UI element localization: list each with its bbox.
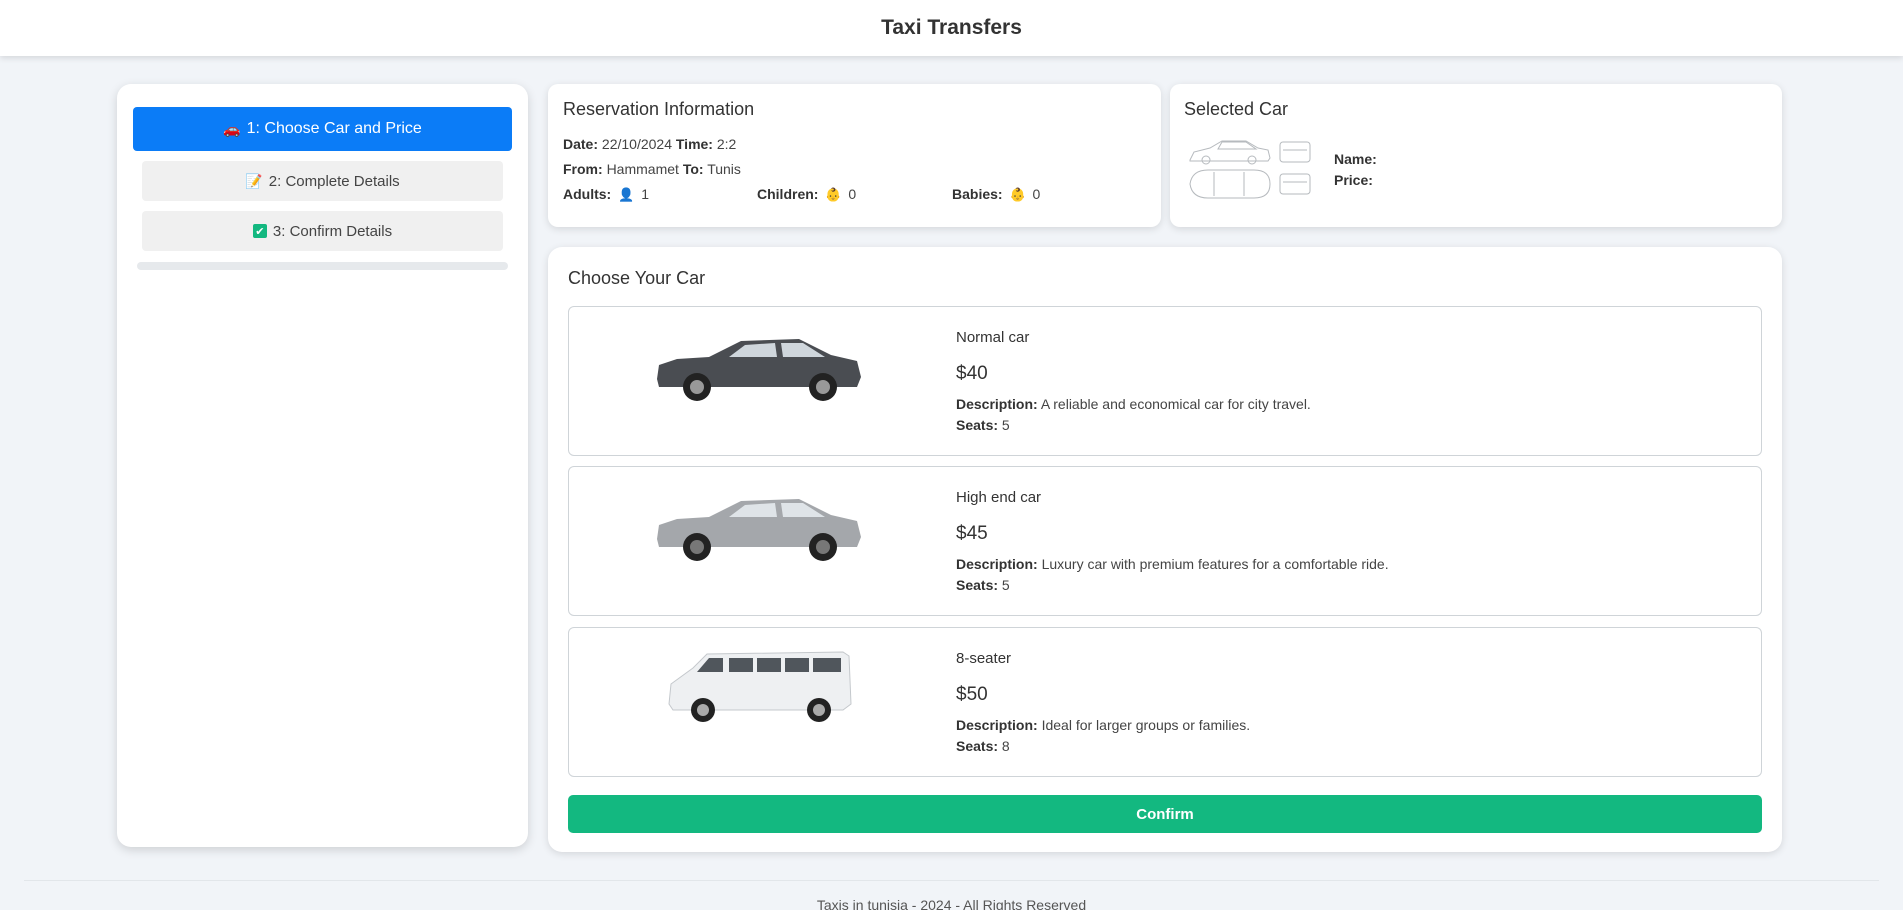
- route-line: From: Hammamet To: Tunis: [563, 161, 741, 177]
- reservation-info-card: Reservation Information Date: 22/10/2024…: [548, 84, 1161, 227]
- car-image: [657, 499, 861, 561]
- car-description: Description: Luxury car with premium fea…: [956, 556, 1389, 572]
- car-name: Normal car: [956, 329, 1030, 346]
- car-option-8-seater[interactable]: 8-seater $50 Description: Ideal for larg…: [568, 627, 1762, 777]
- description-label: Description:: [956, 396, 1038, 412]
- to-value: Tunis: [707, 161, 741, 177]
- description-text: A reliable and economical car for city t…: [1040, 396, 1311, 412]
- seats-value: 8: [1001, 738, 1010, 754]
- selected-name-line: Name:: [1334, 151, 1377, 167]
- step-label: 3: Confirm Details: [272, 222, 393, 240]
- car-price: $50: [956, 684, 988, 705]
- date-value: 22/10/2024: [601, 136, 672, 152]
- seats-value: 5: [1001, 417, 1010, 433]
- step-choose-car[interactable]: 🚗 1: Choose Car and Price: [133, 107, 512, 151]
- adults-label: Adults:: [563, 186, 612, 202]
- description-label: Description:: [956, 717, 1038, 733]
- seats-label: Seats:: [956, 577, 999, 593]
- seats-label: Seats:: [956, 738, 999, 754]
- choose-car-card: Choose Your Car Normal car $40 Descripti…: [548, 247, 1782, 852]
- van-image: [668, 651, 852, 722]
- description-label: Description:: [956, 556, 1038, 572]
- car-name: 8-seater: [956, 650, 1012, 667]
- car-outline-placeholder-icon: [1189, 140, 1311, 199]
- progress-bar: [137, 262, 508, 270]
- car-image: [657, 339, 861, 401]
- car-option-normal[interactable]: Normal car $40 Description: A reliable a…: [568, 306, 1762, 456]
- price-label: Price:: [1334, 172, 1373, 188]
- adults-count: Adults: 👤 1: [563, 186, 649, 203]
- babies-label: Babies:: [952, 186, 1003, 202]
- seats-label: Seats:: [956, 417, 999, 433]
- time-value: 2:2: [716, 136, 737, 152]
- page-title: Taxi Transfers: [881, 16, 1022, 39]
- selected-car-title: Selected Car: [1184, 99, 1289, 119]
- car-seats: Seats: 8: [956, 738, 1010, 754]
- car-option-high-end[interactable]: High end car $45 Description: Luxury car…: [568, 466, 1762, 616]
- baby-icon: 👶: [1009, 187, 1026, 202]
- selected-price-line: Price:: [1334, 172, 1373, 188]
- from-value: Hammamet: [606, 161, 679, 177]
- step-label: 2: Complete Details: [268, 172, 400, 190]
- confirm-button[interactable]: Confirm: [568, 795, 1762, 833]
- name-label: Name:: [1334, 151, 1377, 167]
- adults-value: 1: [641, 186, 649, 202]
- date-label: Date:: [563, 136, 599, 152]
- car-description: Description: Ideal for larger groups or …: [956, 717, 1250, 733]
- description-text: Luxury car with premium features for a c…: [1041, 556, 1389, 572]
- car-name: High end car: [956, 489, 1042, 506]
- description-text: Ideal for larger groups or families.: [1041, 717, 1251, 733]
- time-label: Time:: [675, 136, 713, 152]
- child-icon: 👶: [825, 187, 842, 202]
- seats-value: 5: [1001, 577, 1010, 593]
- steps-sidebar: 🚗 1: Choose Car and Price 📝 2: Complete …: [117, 84, 528, 847]
- date-time-line: Date: 22/10/2024 Time: 2:2: [563, 136, 736, 152]
- babies-count: Babies: 👶 0: [952, 186, 1040, 203]
- children-label: Children:: [757, 186, 819, 202]
- children-count: Children: 👶 0: [757, 186, 856, 203]
- babies-value: 0: [1032, 186, 1041, 202]
- reservation-title: Reservation Information: [563, 99, 755, 119]
- memo-icon: 📝: [245, 172, 263, 189]
- children-value: 0: [848, 186, 857, 202]
- footer-text: Taxis in tunisia - 2024 - All Rights Res…: [816, 897, 1087, 910]
- car-price: $40: [956, 363, 988, 384]
- choose-car-title: Choose Your Car: [568, 268, 706, 288]
- car-icon: 🚗: [223, 120, 241, 137]
- selected-car-card: Selected Car Name: Price:: [1170, 84, 1782, 227]
- footer-divider: [24, 880, 1879, 881]
- from-label: From:: [563, 161, 603, 177]
- check-icon: ✔: [252, 224, 267, 238]
- step-complete-details[interactable]: 📝 2: Complete Details: [142, 161, 503, 201]
- car-seats: Seats: 5: [956, 577, 1010, 593]
- car-description: Description: A reliable and economical c…: [956, 396, 1311, 412]
- car-seats: Seats: 5: [956, 417, 1010, 433]
- person-icon: 👤: [618, 187, 635, 202]
- step-confirm-details[interactable]: ✔ 3: Confirm Details: [142, 211, 503, 251]
- to-label: To:: [682, 161, 704, 177]
- car-price: $45: [956, 523, 988, 544]
- step-label: 1: Choose Car and Price: [246, 120, 422, 137]
- top-bar: Taxi Transfers: [0, 0, 1903, 56]
